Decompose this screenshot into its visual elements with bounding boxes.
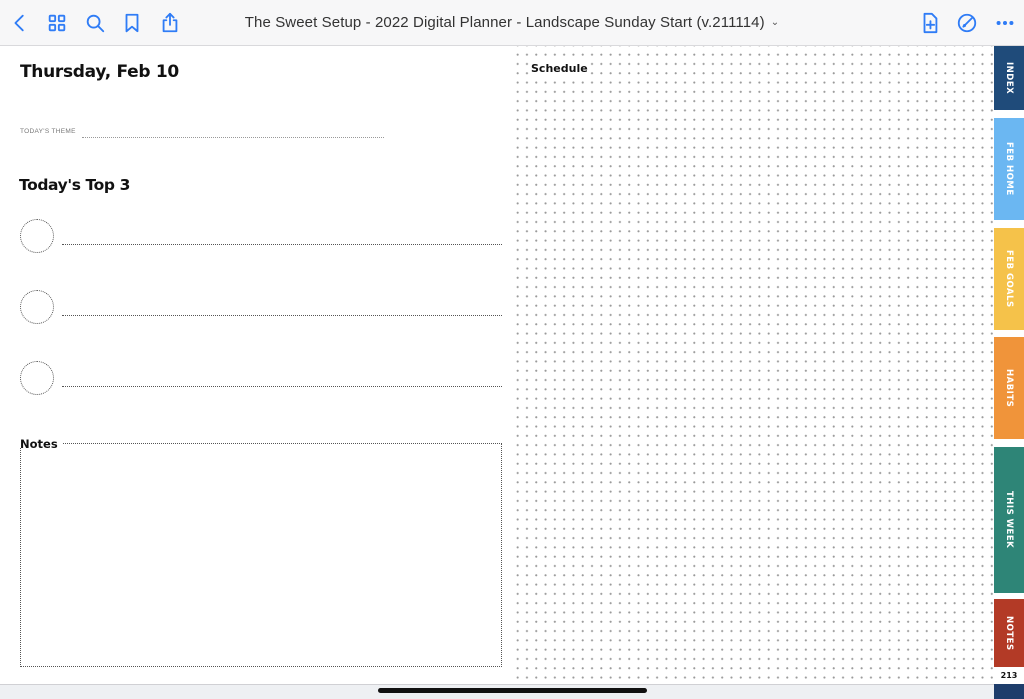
- app-toolbar: The Sweet Setup - 2022 Digital Planner -…: [0, 0, 1024, 46]
- document-title: The Sweet Setup - 2022 Digital Planner -…: [0, 14, 1024, 31]
- tab-habits[interactable]: HABITS: [994, 337, 1024, 439]
- add-page-icon[interactable]: [918, 11, 942, 35]
- top3-writing-line[interactable]: [62, 315, 502, 316]
- tab-index[interactable]: INDEX: [994, 46, 1024, 110]
- tab-label: INDEX: [1004, 61, 1014, 95]
- annotate-icon[interactable]: [955, 11, 979, 35]
- top3-checkbox[interactable]: [20, 290, 54, 324]
- page-title: Thursday, Feb 10: [20, 62, 179, 82]
- tab-label: FEB HOME: [1004, 142, 1014, 196]
- top3-checkbox[interactable]: [20, 361, 54, 395]
- tab-notes[interactable]: NOTES: [994, 599, 1024, 667]
- more-icon[interactable]: [993, 11, 1017, 35]
- document-title-text[interactable]: The Sweet Setup - 2022 Digital Planner -…: [245, 14, 765, 31]
- home-indicator[interactable]: [378, 688, 647, 693]
- top3-writing-line[interactable]: [62, 244, 502, 245]
- tab-feb-home[interactable]: FEB HOME: [994, 118, 1024, 220]
- top3-writing-line[interactable]: [62, 386, 502, 387]
- theme-input-line[interactable]: [82, 137, 384, 138]
- tab-label: THIS WEEK: [1004, 491, 1014, 549]
- notes-label: Notes: [20, 437, 58, 451]
- back-icon[interactable]: [8, 11, 32, 35]
- daily-left-panel: Thursday, Feb 10 TODAY'S THEME Today's T…: [0, 46, 510, 684]
- top3-item[interactable]: [20, 361, 502, 395]
- tab-label: NOTES: [1004, 615, 1014, 651]
- tab-label: HABITS: [1004, 368, 1014, 408]
- notes-area[interactable]: [20, 443, 502, 667]
- chevron-down-icon[interactable]: ⌄: [771, 17, 779, 28]
- bookmark-icon[interactable]: [120, 11, 144, 35]
- top3-item[interactable]: [20, 290, 502, 324]
- search-icon[interactable]: [83, 11, 107, 35]
- planner-page[interactable]: Thursday, Feb 10 TODAY'S THEME Today's T…: [0, 46, 994, 684]
- top3-item[interactable]: [20, 219, 502, 253]
- share-icon[interactable]: [158, 11, 182, 35]
- tab-label: FEB GOALS: [1004, 250, 1014, 308]
- theme-label: TODAY'S THEME: [20, 128, 76, 135]
- schedule-label: Schedule: [529, 62, 590, 75]
- tab-feb-goals[interactable]: FEB GOALS: [994, 228, 1024, 330]
- top3-heading: Today's Top 3: [19, 176, 130, 194]
- page-number: 213: [994, 668, 1024, 684]
- section-tabs: INDEX FEB HOME FEB GOALS HABITS THIS WEE…: [994, 46, 1024, 699]
- schedule-dot-grid[interactable]: Schedule: [510, 46, 994, 684]
- top3-checkbox[interactable]: [20, 219, 54, 253]
- tab-this-week[interactable]: THIS WEEK: [994, 447, 1024, 593]
- grid-icon[interactable]: [45, 11, 69, 35]
- tab-edge: [994, 684, 1024, 699]
